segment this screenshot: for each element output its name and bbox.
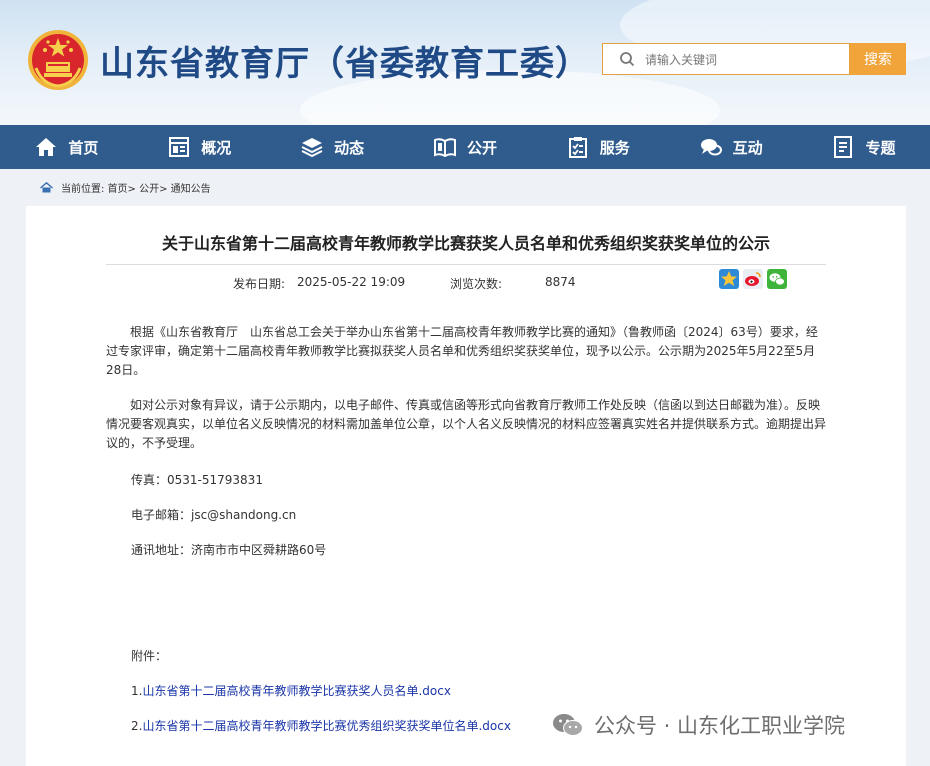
nav-item-interaction[interactable]: 互动 <box>685 125 777 169</box>
nav-item-home[interactable]: 首页 <box>20 125 112 169</box>
date-value: 2025-05-22 19:09 <box>297 275 406 289</box>
nav-item-label: 公开 <box>466 138 497 157</box>
clipboard-icon <box>568 137 587 158</box>
article-title: 关于山东省第十二届高校青年教师教学比赛获奖人员名单和优秀组织奖获奖单位的公示 <box>161 234 770 253</box>
book-icon <box>433 138 456 158</box>
article-panel: 关于山东省第十二届高校青年教师教学比赛获奖人员名单和优秀组织奖获奖单位的公示 发… <box>26 206 906 766</box>
overview-icon <box>169 137 190 157</box>
search-icon <box>620 52 635 67</box>
contact-email: 电子邮箱：jsc@shandong.cn <box>131 508 297 522</box>
national-emblem-icon[interactable] <box>26 28 90 92</box>
article-paragraph: 根据《山东省教育厅 山东省总工会关于举办山东省第十二届高校青年教师教学比赛的通知… <box>106 325 818 377</box>
wechat-watermark: 公众号 · 山东化工职业学院 <box>552 710 845 740</box>
contact-fax: 传真：0531-51793831 <box>131 473 263 487</box>
views-count: 8874 <box>545 275 576 289</box>
home-icon <box>40 182 53 193</box>
nav-item-label: 专题 <box>865 138 896 157</box>
search-input[interactable] <box>643 48 847 72</box>
nav-item-label: 概况 <box>201 138 232 157</box>
attachment-item: 1.山东省第十二届高校青年教师教学比赛获奖人员名单.docx <box>131 682 451 699</box>
wechat-logo-icon <box>553 714 583 736</box>
search-button[interactable]: 搜索 <box>850 43 906 75</box>
nav-item-overview[interactable]: 概况 <box>153 125 245 169</box>
chat-icon <box>700 139 722 156</box>
breadcrumb-text[interactable]: 当前位置: 首页> 公开> 通知公告 <box>61 180 211 195</box>
nav-item-label: 首页 <box>68 138 99 157</box>
title-divider <box>106 264 826 265</box>
nav-item-label: 动态 <box>334 138 365 157</box>
views-label: 浏览次数: <box>450 277 503 291</box>
attachment-link[interactable]: 山东省第十二届高校青年教师教学比赛优秀组织奖获奖单位名单.docx <box>142 719 510 733</box>
qzone-star-icon[interactable] <box>719 269 739 289</box>
attachment-index: 1. <box>131 684 143 698</box>
layers-icon <box>301 138 323 158</box>
site-title[interactable]: 山东省教育厅（省委教育工委） <box>100 36 590 85</box>
weibo-icon[interactable] <box>743 269 763 289</box>
attachments-label: 附件： <box>131 649 168 663</box>
wechat-icon[interactable] <box>767 269 787 289</box>
contact-address: 通讯地址：济南市市中区舜耕路60号 <box>131 543 327 557</box>
main-nav: 首页 概况 动态 公开 服务 互动 专题 <box>0 125 930 169</box>
nav-item-topics[interactable]: 专题 <box>817 125 909 169</box>
home-icon <box>36 138 57 156</box>
site-header: 山东省教育厅（省委教育工委） 搜索 <box>0 0 930 125</box>
watermark-text: 公众号 · 山东化工职业学院 <box>594 714 846 738</box>
search-box <box>602 43 850 75</box>
attachment-link[interactable]: 山东省第十二届高校青年教师教学比赛获奖人员名单.docx <box>142 684 450 698</box>
nav-item-label: 服务 <box>599 138 630 157</box>
nav-item-label: 互动 <box>732 138 763 157</box>
attachment-item: 2.山东省第十二届高校青年教师教学比赛优秀组织奖获奖单位名单.docx <box>131 717 511 734</box>
article-paragraph: 如对公示对象有异议，请于公示期内，以电子邮件、传真或信函等形式向省教育厅教师工作… <box>106 398 827 450</box>
nav-item-public[interactable]: 公开 <box>419 125 511 169</box>
attachment-index: 2. <box>131 719 143 733</box>
nav-item-news[interactable]: 动态 <box>286 125 378 169</box>
nav-item-service[interactable]: 服务 <box>552 125 644 169</box>
date-label: 发布日期: <box>233 277 286 291</box>
document-icon <box>834 136 853 158</box>
breadcrumb: 当前位置: 首页> 公开> 通知公告 <box>40 180 211 195</box>
